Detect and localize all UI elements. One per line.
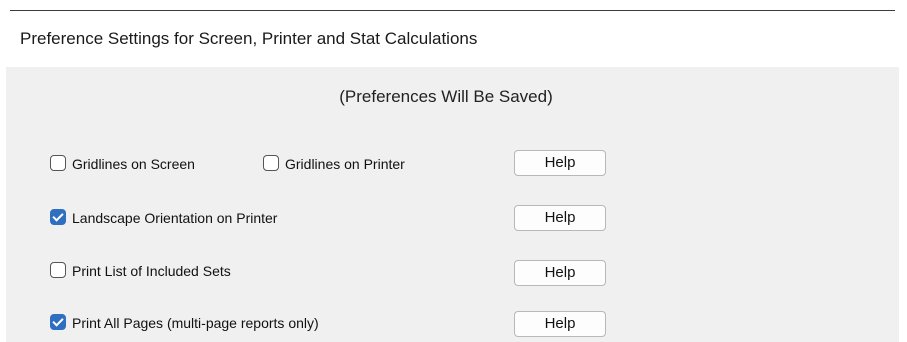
print-list-included-sets-checkbox[interactable] — [50, 262, 66, 278]
landscape-row: Landscape Orientation on Printer — [50, 206, 490, 230]
landscape-orientation-checkbox[interactable] — [50, 209, 66, 225]
print-list-row: Print List of Included Sets — [50, 259, 490, 283]
print-all-pages-row: Print All Pages (multi-page reports only… — [50, 311, 490, 335]
print-all-pages-label[interactable]: Print All Pages (multi-page reports only… — [72, 315, 319, 331]
preferences-saved-note: (Preferences Will Be Saved) — [339, 87, 553, 106]
help-button-landscape[interactable]: Help — [514, 205, 606, 231]
dialog-titlebar[interactable]: Preference Settings for Screen, Printer … — [6, 11, 899, 67]
help-button-print-list[interactable]: Help — [514, 260, 606, 286]
gridlines-on-screen-label[interactable]: Gridlines on Screen — [72, 156, 195, 172]
help-button-gridlines[interactable]: Help — [514, 150, 606, 176]
print-all-pages-checkbox[interactable] — [50, 314, 66, 330]
gridlines-on-screen-checkbox[interactable] — [50, 155, 66, 171]
print-list-included-sets-label[interactable]: Print List of Included Sets — [72, 263, 231, 279]
preferences-dialog: Preference Settings for Screen, Printer … — [6, 11, 899, 342]
gridlines-on-printer-label[interactable]: Gridlines on Printer — [285, 156, 405, 172]
dialog-content: (Preferences Will Be Saved) Gridlines on… — [6, 67, 899, 342]
gridlines-on-printer-checkbox[interactable] — [263, 155, 279, 171]
dialog-title: Preference Settings for Screen, Printer … — [20, 29, 478, 48]
help-button-print-all-pages[interactable]: Help — [514, 311, 606, 337]
landscape-orientation-label[interactable]: Landscape Orientation on Printer — [72, 210, 277, 226]
